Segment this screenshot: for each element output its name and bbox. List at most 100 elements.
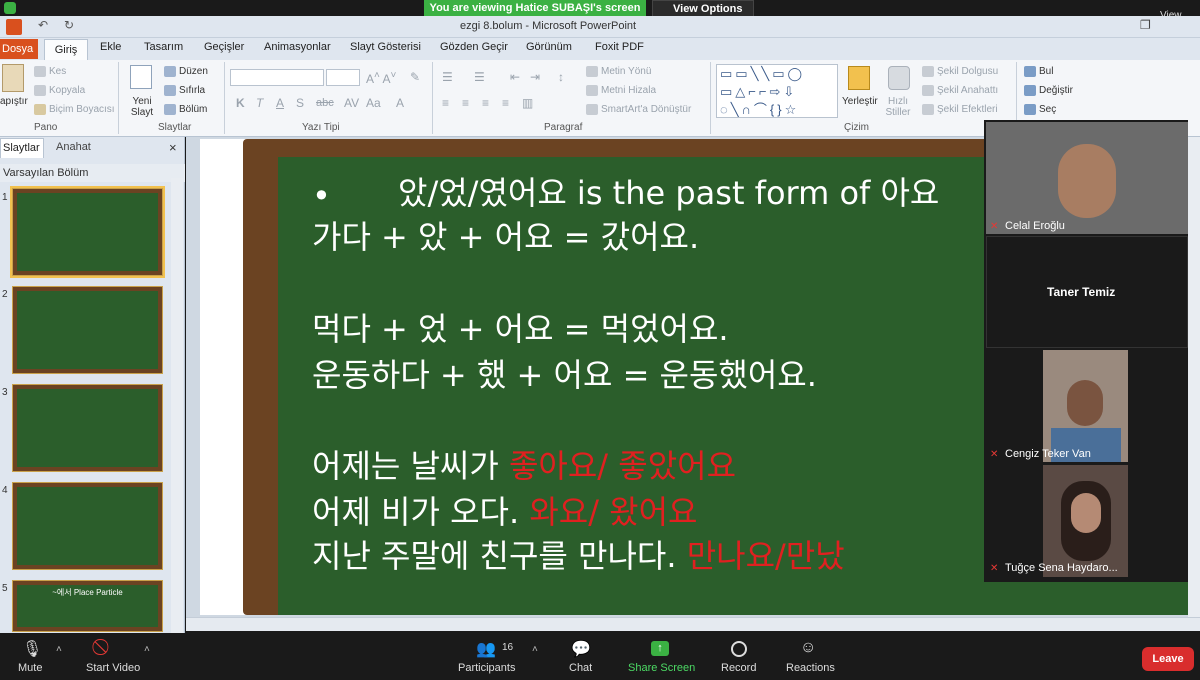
shape-fill-button[interactable]: Şekil Dolgusu (922, 66, 998, 77)
redo-icon[interactable]: ↻ (64, 18, 74, 32)
quick-styles-button[interactable]: Hızlı Stiller (882, 96, 914, 118)
tab-view[interactable]: Görünüm (526, 41, 572, 53)
share-screen-icon[interactable]: ↑ (651, 641, 669, 656)
slides-scrollbar[interactable] (171, 178, 183, 634)
align-left-icon[interactable]: ≡ (442, 96, 449, 110)
mute-button[interactable]: Mute (18, 662, 42, 674)
quick-styles-icon[interactable] (888, 66, 910, 90)
slide-text-line-1[interactable]: 았/었/였어요 is the past form of 아요 (398, 175, 939, 211)
find-button[interactable]: Bul (1024, 66, 1053, 77)
slide-thumbnail-4[interactable] (12, 482, 163, 570)
align-center-icon[interactable]: ≡ (462, 96, 469, 110)
participant-name-4: ✕ Tuğçe Sena Haydaro... (990, 562, 1118, 574)
participant-video[interactable] (1043, 465, 1128, 577)
columns-icon[interactable]: ▥ (522, 96, 533, 110)
undo-icon[interactable]: ↶ (38, 18, 48, 32)
record-icon[interactable] (731, 641, 747, 657)
microphone-icon[interactable]: 🎙 (22, 639, 42, 659)
slide-text-line-6[interactable]: 어제 비가 오다. 와요/ 왔어요 (312, 494, 697, 530)
close-icon[interactable]: × (169, 140, 177, 155)
increase-indent-icon[interactable]: ⇥ (530, 70, 540, 84)
numbering-icon[interactable]: ☰ (474, 70, 485, 84)
text-direction-button[interactable]: Metin Yönü (586, 66, 651, 77)
record-button[interactable]: Record (721, 662, 756, 674)
smartart-button[interactable]: SmartArt'a Dönüştür (586, 104, 691, 115)
new-slide-button[interactable]: Yeni Slayt (128, 96, 156, 118)
font-size-combo[interactable] (326, 69, 360, 86)
slide-text-line-2[interactable]: 가다 + 았 + 어요 = 갔어요. (312, 219, 699, 255)
justify-icon[interactable]: ≡ (502, 96, 509, 110)
tab-insert[interactable]: Ekle (100, 41, 121, 53)
editor-horizontal-scrollbar[interactable] (186, 617, 1200, 631)
slide-text-line-4[interactable]: 운동하다 + 했 + 어요 = 운동했어요. (312, 357, 817, 393)
participants-button[interactable]: Participants (458, 662, 515, 674)
new-slide-icon[interactable] (130, 65, 152, 89)
chevron-up-icon[interactable]: ˄ (144, 644, 150, 655)
section-header[interactable]: Varsayılan Bölüm (0, 164, 185, 182)
chevron-up-icon[interactable]: ˄ (56, 644, 62, 655)
paste-button[interactable]: apıştır (0, 96, 28, 107)
cut-button[interactable]: Kes (34, 66, 66, 77)
line-spacing-icon[interactable]: ↕ (558, 70, 564, 84)
chat-icon[interactable]: 💬 (571, 639, 591, 659)
decrease-indent-icon[interactable]: ⇤ (510, 70, 520, 84)
tab-transitions[interactable]: Geçişler (204, 41, 244, 53)
reset-button[interactable]: Sıfırla (164, 85, 205, 96)
font-color-icon[interactable]: A (396, 96, 404, 110)
leave-button[interactable]: Leave (1142, 647, 1194, 671)
align-text-button[interactable]: Metni Hizala (586, 85, 656, 96)
bullets-icon[interactable]: ☰ (442, 70, 453, 84)
slide-text-line-3[interactable]: 먹다 + 었 + 어요 = 먹었어요. (312, 311, 729, 347)
tab-foxit-pdf[interactable]: Foxit PDF (595, 41, 644, 53)
slide-thumbnail-1[interactable] (12, 188, 163, 276)
slide-thumbnail-5[interactable]: ~에서 Place Particle (12, 580, 163, 632)
section-button[interactable]: Bölüm (164, 104, 207, 115)
arrange-icon[interactable] (848, 66, 870, 90)
font-name-combo[interactable] (230, 69, 324, 86)
tab-slides[interactable]: Slaytlar (0, 138, 44, 158)
shape-outline-button[interactable]: Şekil Anahattı (922, 85, 998, 96)
paste-icon[interactable] (2, 64, 24, 92)
tab-home[interactable]: Giriş (44, 39, 88, 60)
slide-text-line-5[interactable]: 어제는 날씨가 좋아요/ 좋았어요 (312, 448, 736, 484)
reactions-button[interactable]: Reactions (786, 662, 835, 674)
tab-outline[interactable]: Anahat (56, 141, 91, 153)
underline-button[interactable]: A (276, 96, 284, 110)
strikethrough-button[interactable]: abc (316, 97, 334, 109)
slide-thumbnail-2[interactable] (12, 286, 163, 374)
italic-button[interactable]: T (256, 96, 263, 110)
replace-button[interactable]: Değiştir (1024, 85, 1073, 96)
select-button[interactable]: Seç (1024, 104, 1056, 115)
participant-video[interactable] (1043, 350, 1128, 462)
grow-font-icon[interactable]: A˄ A˅ (366, 70, 396, 86)
tab-design[interactable]: Tasarım (144, 41, 183, 53)
chat-button[interactable]: Chat (569, 662, 592, 674)
shape-effects-button[interactable]: Şekil Efektleri (922, 104, 998, 115)
share-screen-button[interactable]: Share Screen (628, 662, 695, 674)
start-video-button[interactable]: Start Video (86, 662, 140, 674)
participant-video[interactable] (986, 122, 1188, 234)
change-case-icon[interactable]: Aa (366, 96, 381, 110)
tab-animations[interactable]: Animasyonlar (264, 41, 331, 53)
slide-text-line-7[interactable]: 지난 주말에 친구를 만나다. 만나요/만났 (312, 538, 845, 574)
chevron-up-icon[interactable]: ˄ (532, 644, 538, 655)
align-right-icon[interactable]: ≡ (482, 96, 489, 110)
format-painter-button[interactable]: Biçim Boyacısı (34, 104, 115, 115)
clear-format-icon[interactable]: ✎ (410, 70, 420, 84)
editor-vertical-scrollbar[interactable] (1188, 137, 1200, 617)
arrange-button[interactable]: Yerleştir (842, 96, 878, 107)
participants-icon[interactable]: 👥 (476, 639, 496, 659)
bold-button[interactable]: K (236, 96, 245, 110)
shapes-gallery[interactable]: ▭▭╲╲▭◯ ▭△⌐⌐⇨⇩ ◌╲∩⌒{}☆ (716, 64, 838, 118)
char-spacing-icon[interactable]: AV (344, 96, 359, 110)
tab-review[interactable]: Gözden Geçir (440, 41, 508, 53)
restore-window-icon[interactable]: ❐ (1140, 18, 1151, 32)
view-options-button[interactable]: View Options ⌄ (652, 0, 754, 32)
copy-button[interactable]: Kopyala (34, 85, 85, 96)
tab-file[interactable]: Dosya (0, 39, 38, 59)
slide-thumbnail-3[interactable] (12, 384, 163, 472)
layout-button[interactable]: Düzen (164, 66, 208, 77)
reactions-icon[interactable]: ☺ (800, 639, 816, 657)
shadow-button[interactable]: S (296, 96, 304, 110)
tab-slideshow[interactable]: Slayt Gösterisi (350, 41, 421, 53)
